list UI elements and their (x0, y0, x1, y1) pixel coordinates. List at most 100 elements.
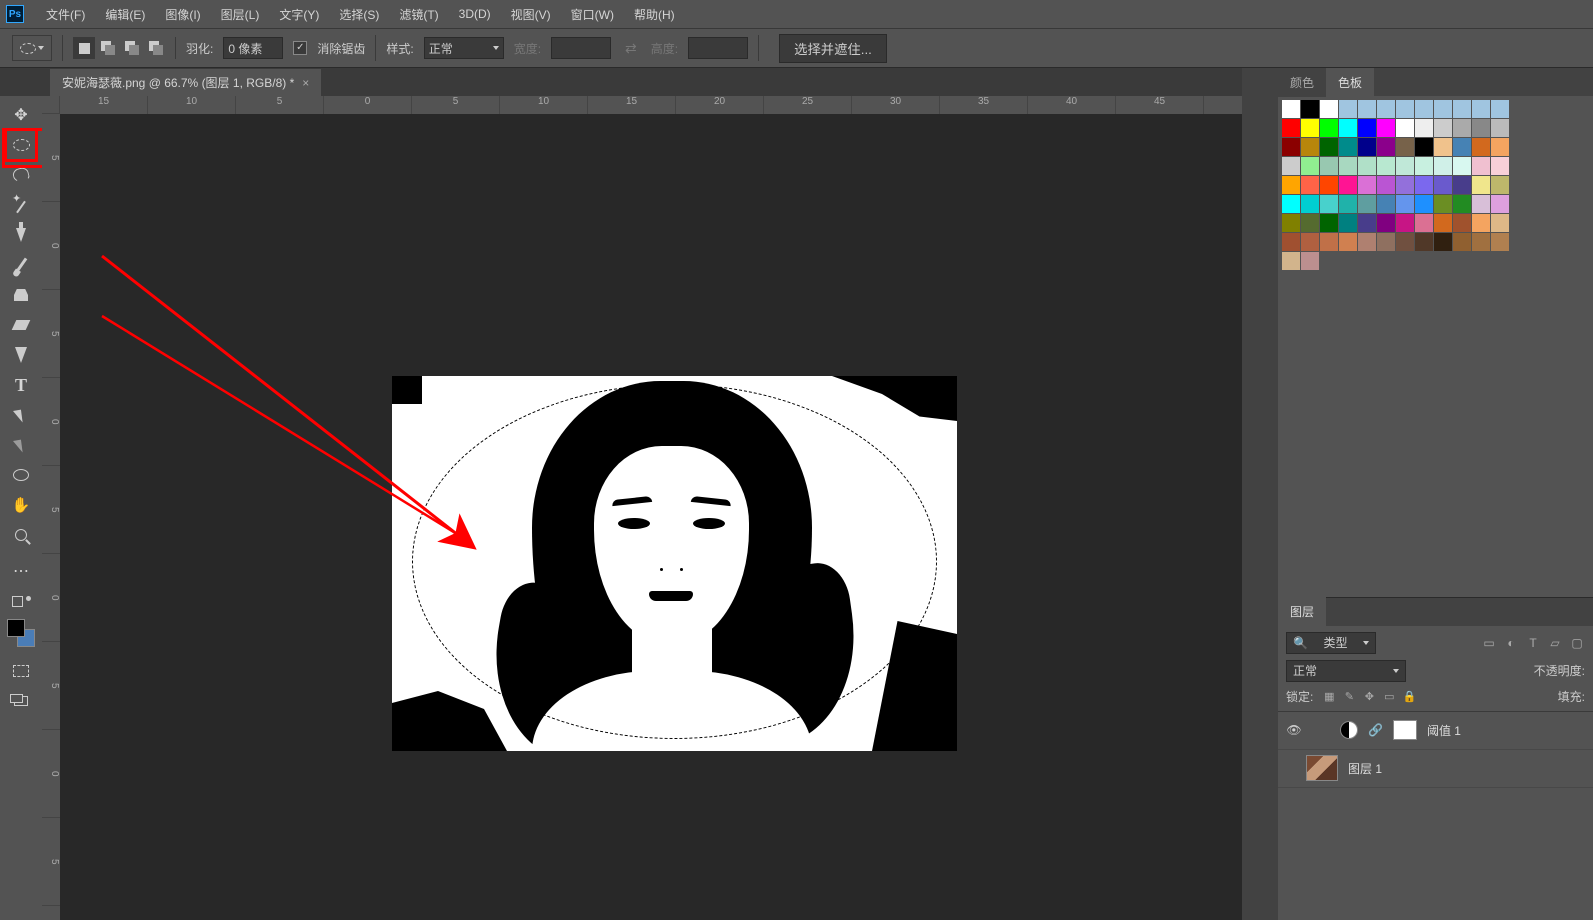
swatch[interactable] (1415, 233, 1433, 251)
visibility-toggle[interactable]: 👁 (1286, 723, 1302, 737)
tab-color[interactable]: 颜色 (1278, 68, 1326, 97)
swatch[interactable] (1282, 119, 1300, 137)
swatch[interactable] (1358, 176, 1376, 194)
select-and-mask-button[interactable]: 选择并遮住... (779, 34, 887, 63)
swatch[interactable] (1282, 233, 1300, 251)
menu-window[interactable]: 窗口(W) (563, 2, 622, 27)
swatch[interactable] (1434, 214, 1452, 232)
edit-toolbar[interactable]: ⋯ (6, 556, 36, 586)
swatch[interactable] (1339, 195, 1357, 213)
swatch[interactable] (1472, 214, 1490, 232)
swatch[interactable] (1453, 157, 1471, 175)
swatch[interactable] (1282, 100, 1300, 118)
swatch[interactable] (1415, 119, 1433, 137)
swatch[interactable] (1415, 100, 1433, 118)
move-tool[interactable]: ✥ (6, 100, 36, 130)
swatch[interactable] (1434, 100, 1452, 118)
swatch[interactable] (1282, 252, 1300, 270)
filter-adjust-icon[interactable]: ◐ (1503, 635, 1519, 651)
swatch[interactable] (1320, 138, 1338, 156)
swatch[interactable] (1472, 233, 1490, 251)
swatch[interactable] (1377, 214, 1395, 232)
swatch[interactable] (1453, 100, 1471, 118)
swatch[interactable] (1301, 195, 1319, 213)
menu-type[interactable]: 文字(Y) (271, 2, 327, 27)
swatch[interactable] (1377, 138, 1395, 156)
intersect-selection-button[interactable] (145, 37, 167, 59)
eyedropper-tool[interactable] (6, 220, 36, 250)
swatch[interactable] (1377, 195, 1395, 213)
swatch[interactable] (1320, 100, 1338, 118)
swatch[interactable] (1491, 233, 1509, 251)
swatch[interactable] (1301, 233, 1319, 251)
swatch[interactable] (1301, 138, 1319, 156)
swatch[interactable] (1415, 157, 1433, 175)
swatch[interactable] (1434, 195, 1452, 213)
close-tab-icon[interactable]: × (302, 76, 309, 90)
menu-help[interactable]: 帮助(H) (626, 2, 683, 27)
pen-tool[interactable] (6, 340, 36, 370)
quick-mask-toggle[interactable] (6, 656, 36, 686)
menu-layer[interactable]: 图层(L) (213, 2, 268, 27)
swatch[interactable] (1472, 157, 1490, 175)
swatch[interactable] (1339, 214, 1357, 232)
style-select[interactable]: 正常 (424, 37, 504, 59)
swatch[interactable] (1377, 233, 1395, 251)
swatch[interactable] (1358, 119, 1376, 137)
layer-thumbnail[interactable] (1306, 755, 1338, 781)
document-tab[interactable]: 安妮海瑟薇.png @ 66.7% (图层 1, RGB/8) * × (50, 69, 321, 96)
swatch[interactable] (1472, 138, 1490, 156)
swatch[interactable] (1396, 119, 1414, 137)
swatch[interactable] (1453, 119, 1471, 137)
magic-wand-tool[interactable] (6, 190, 36, 220)
blend-mode-select[interactable]: 正常 (1286, 660, 1406, 682)
swatch[interactable] (1491, 157, 1509, 175)
swatch[interactable] (1377, 157, 1395, 175)
type-tool[interactable]: T (6, 370, 36, 400)
swatch[interactable] (1301, 119, 1319, 137)
swatch[interactable] (1434, 119, 1452, 137)
collapsed-panel-strip[interactable] (1242, 68, 1278, 920)
ellipse-shape-tool[interactable] (6, 460, 36, 490)
elliptical-marquee-tool[interactable] (6, 130, 36, 160)
color-mode-row[interactable] (6, 586, 36, 616)
layer-row-1[interactable]: 图层 1 (1278, 750, 1593, 788)
add-to-selection-button[interactable] (97, 37, 119, 59)
lock-paint-icon[interactable]: ✎ (1341, 688, 1357, 704)
swatch[interactable] (1396, 157, 1414, 175)
menu-select[interactable]: 选择(S) (331, 2, 387, 27)
swatch[interactable] (1396, 100, 1414, 118)
lasso-tool[interactable] (6, 160, 36, 190)
swatch[interactable] (1358, 138, 1376, 156)
swatch[interactable] (1434, 157, 1452, 175)
filter-smart-icon[interactable]: ▢ (1569, 635, 1585, 651)
swatch[interactable] (1434, 176, 1452, 194)
mask-thumbnail[interactable] (1393, 720, 1417, 740)
brush-tool[interactable] (6, 250, 36, 280)
subtract-from-selection-button[interactable] (121, 37, 143, 59)
swatch[interactable] (1396, 138, 1414, 156)
swatch[interactable] (1396, 214, 1414, 232)
lock-artboard-icon[interactable]: ▭ (1381, 688, 1397, 704)
swatch[interactable] (1282, 157, 1300, 175)
swatch[interactable] (1339, 176, 1357, 194)
filter-shape-icon[interactable]: ▱ (1547, 635, 1563, 651)
menu-filter[interactable]: 滤镜(T) (391, 2, 446, 27)
swatch[interactable] (1377, 100, 1395, 118)
swatch[interactable] (1339, 138, 1357, 156)
swatch[interactable] (1491, 138, 1509, 156)
swatch[interactable] (1339, 157, 1357, 175)
swatch[interactable] (1282, 214, 1300, 232)
swatch[interactable] (1282, 138, 1300, 156)
swatch[interactable] (1415, 195, 1433, 213)
antialias-checkbox[interactable]: ✓ (293, 41, 307, 55)
swatch[interactable] (1358, 100, 1376, 118)
swatch[interactable] (1301, 176, 1319, 194)
swatch[interactable] (1472, 119, 1490, 137)
swatch[interactable] (1339, 100, 1357, 118)
swatch[interactable] (1301, 100, 1319, 118)
filter-type-icon[interactable]: T (1525, 635, 1541, 651)
swatch[interactable] (1396, 195, 1414, 213)
swatch[interactable] (1396, 233, 1414, 251)
lock-position-icon[interactable]: ✥ (1361, 688, 1377, 704)
